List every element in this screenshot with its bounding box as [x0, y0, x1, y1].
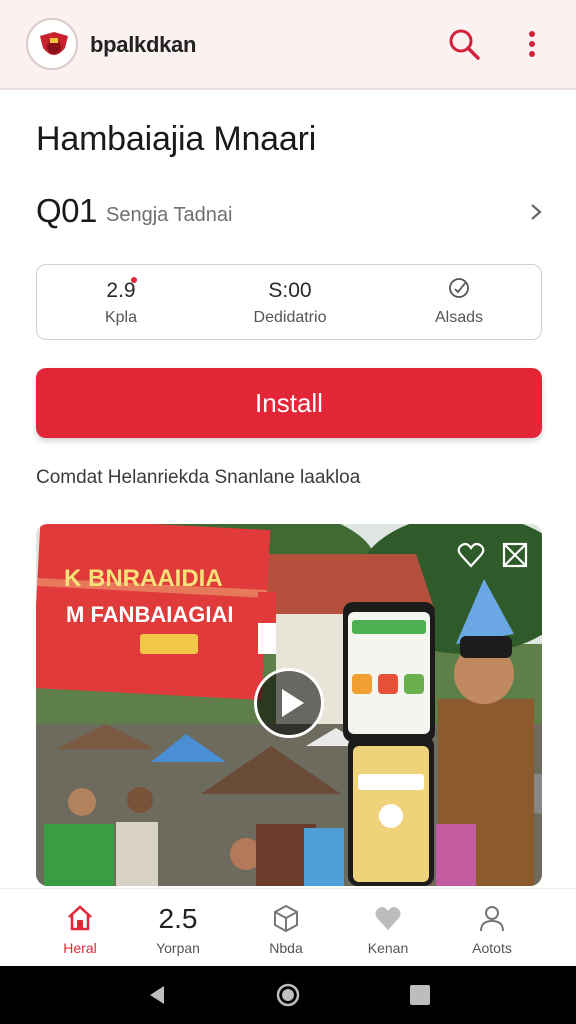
- stat-value: 2.9: [106, 279, 136, 302]
- home-icon: [65, 903, 95, 933]
- description-text: Comdat Helanriekda Snanlane laakloa: [36, 467, 361, 488]
- stat-label: Dedidatrio: [253, 309, 327, 326]
- nav-label: Kenan: [367, 940, 409, 956]
- nav-item-home[interactable]: Heral: [30, 889, 130, 967]
- nav-label: Aotots: [472, 940, 512, 956]
- back-icon[interactable]: [146, 983, 170, 1007]
- media-preview[interactable]: K BNRAAIDIA M FANBAIAGIAI: [36, 524, 542, 886]
- home-circle-icon[interactable]: [276, 983, 300, 1007]
- rating-value: Q01: [36, 192, 97, 229]
- nav-item-yorpan[interactable]: 2.5 Yorpan: [128, 889, 228, 967]
- bottom-nav: Heral 2.5 Yorpan Nbda Kenan Aotots: [0, 888, 576, 966]
- banner-line-2: M FANBAIAGIAI: [66, 602, 233, 627]
- stats-card: 2.9 Kpla S:00 Dedidatrio Alsads: [36, 264, 542, 340]
- heart-icon: [373, 903, 403, 933]
- nav-item-aotots[interactable]: Aotots: [442, 889, 542, 967]
- install-button[interactable]: Install: [36, 368, 542, 438]
- stat-label: Kpla: [104, 309, 138, 326]
- close-box-icon[interactable]: [500, 540, 530, 570]
- app-bar: bpalkdkan: [0, 0, 576, 90]
- heart-icon[interactable]: [456, 540, 486, 570]
- box-icon: [271, 903, 301, 933]
- stat-label: Alsads: [434, 309, 484, 326]
- nav-item-nbda[interactable]: Nbda: [236, 889, 336, 967]
- crest-logo-icon[interactable]: [26, 18, 78, 70]
- chevron-right-icon[interactable]: [526, 200, 546, 224]
- banner-line-1: K BNRAAIDIA: [64, 565, 223, 592]
- app-name: bpalkdkan: [90, 32, 197, 57]
- red-dot-icon: [131, 277, 137, 283]
- person-icon: [477, 903, 507, 933]
- nav-label: Heral: [63, 940, 97, 956]
- recents-icon[interactable]: [408, 983, 432, 1007]
- nav-label: Yorpan: [156, 940, 200, 956]
- play-icon[interactable]: [254, 668, 324, 738]
- stat-ads: Alsads: [375, 265, 543, 341]
- stat-rating: 2.9 Kpla: [37, 265, 205, 341]
- system-nav-bar: [0, 966, 576, 1024]
- developer-subtitle: Sengja Tadnai: [106, 204, 233, 226]
- nav-value: 2.5: [158, 903, 198, 934]
- circle-check-icon: [447, 275, 473, 301]
- app-title: Hambaiajia Mnaari: [36, 120, 317, 158]
- stat-duration: S:00 Dedidatrio: [205, 265, 375, 341]
- more-vert-icon[interactable]: [516, 26, 548, 62]
- nav-label: Nbda: [269, 940, 303, 956]
- stat-value: S:00: [268, 279, 312, 302]
- search-icon[interactable]: [446, 26, 482, 62]
- rating-row[interactable]: Q01 Sengja Tadnai: [36, 190, 546, 236]
- nav-item-kenan[interactable]: Kenan: [338, 889, 438, 967]
